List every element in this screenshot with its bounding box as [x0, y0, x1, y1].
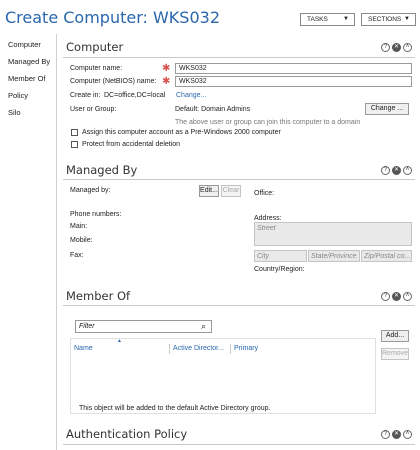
change-location-link[interactable]: Change... — [176, 92, 206, 99]
clear-managed-by-button[interactable]: Clear — [221, 185, 241, 197]
sidebar-item-policy[interactable]: Policy — [8, 91, 28, 100]
computer-section-title: Computer — [66, 40, 124, 54]
pre2000-checkbox[interactable] — [71, 129, 78, 136]
member-filter-input[interactable]: Filter — [75, 320, 212, 333]
user-group-value: Default: Domain Admins — [175, 106, 251, 113]
header: Create Computer: WKS032 TASKS ▼ SECTIONS… — [0, 0, 420, 34]
column-separator — [169, 344, 170, 354]
required-icon: ✱ — [162, 63, 171, 74]
tasks-dropdown-arrow-icon: ▼ — [343, 16, 349, 22]
state-field[interactable]: State/Province — [308, 250, 360, 262]
add-member-button[interactable]: Add... — [381, 330, 409, 342]
managed-by-label: Managed by: — [70, 187, 111, 194]
create-in-label: Create in: — [70, 92, 101, 99]
computer-section-controls: ? ✕ ˄ — [381, 43, 412, 52]
user-group-label: User or Group: — [70, 106, 117, 113]
sidebar-item-silo[interactable]: Silo — [8, 108, 21, 117]
fax-label: Fax: — [70, 252, 84, 259]
change-user-group-button[interactable]: Change ... — [365, 103, 409, 115]
computer-section-divider — [63, 57, 415, 58]
street-field[interactable]: Street — [254, 222, 412, 246]
sections-dropdown-arrow-icon: ▼ — [404, 16, 410, 22]
page-title: Create Computer: WKS032 — [5, 8, 220, 27]
sidebar-item-member-of[interactable]: Member Of — [8, 74, 46, 83]
tasks-dropdown[interactable]: TASKS ▼ — [300, 13, 355, 26]
auth-policy-section-divider — [63, 444, 415, 445]
user-group-note: The above user or group can join this co… — [175, 119, 361, 126]
collapse-icon[interactable]: ˄ — [403, 430, 412, 439]
help-icon[interactable]: ? — [381, 43, 390, 52]
phone-numbers-label: Phone numbers: — [70, 211, 122, 218]
zip-field[interactable]: Zip/Postal co... — [361, 250, 412, 262]
member-of-note: This object will be added to the default… — [79, 405, 271, 412]
column-header-name[interactable]: Name — [74, 345, 93, 352]
edit-managed-by-button[interactable]: Edit... — [199, 185, 219, 197]
city-field[interactable]: City — [254, 250, 307, 262]
managed-by-section-divider — [63, 179, 415, 180]
collapse-icon[interactable]: ˄ — [403, 166, 412, 175]
sidebar-item-managed-by[interactable]: Managed By — [8, 57, 50, 66]
sidebar-item-computer[interactable]: Computer — [8, 40, 41, 49]
pre2000-label: Assign this computer account as a Pre-Wi… — [82, 129, 281, 136]
help-icon[interactable]: ? — [381, 430, 390, 439]
sidebar: Computer Managed By Member Of Policy Sil… — [0, 34, 57, 450]
collapse-icon[interactable]: ˄ — [403, 292, 412, 301]
sections-dropdown[interactable]: SECTIONS ▼ — [361, 13, 416, 26]
auth-policy-section-title: Authentication Policy — [66, 427, 188, 441]
create-in-value: DC=office,DC=local — [104, 92, 166, 99]
help-icon[interactable]: ? — [381, 166, 390, 175]
close-icon[interactable]: ✕ — [392, 430, 401, 439]
netbios-name-input[interactable]: WKS032 — [175, 76, 412, 87]
member-of-section-title: Member Of — [66, 289, 131, 303]
required-icon: ✱ — [162, 76, 171, 87]
column-header-primary[interactable]: Primary — [234, 345, 258, 352]
help-icon[interactable]: ? — [381, 292, 390, 301]
column-separator — [230, 344, 231, 354]
office-label: Office: — [254, 190, 275, 197]
computer-name-label: Computer name: — [70, 65, 123, 72]
protect-deletion-label: Protect from accidental deletion — [82, 141, 181, 148]
address-label: Address: — [254, 215, 282, 222]
managed-by-section-controls: ? ✕ ˄ — [381, 166, 412, 175]
protect-deletion-checkbox[interactable] — [71, 141, 78, 148]
country-region-label: Country/Region: — [254, 266, 305, 273]
close-icon[interactable]: ✕ — [392, 166, 401, 175]
sort-indicator-icon: ▲ — [117, 338, 122, 344]
auth-policy-section-controls: ? ✕ ˄ — [381, 430, 412, 439]
column-header-active-directory[interactable]: Active Director... — [173, 345, 224, 352]
member-of-section-divider — [63, 305, 415, 306]
computer-name-input[interactable]: WKS032 — [175, 63, 412, 74]
create-computer-page: Create Computer: WKS032 TASKS ▼ SECTIONS… — [0, 0, 420, 450]
netbios-name-label: Computer (NetBIOS) name: — [70, 78, 157, 85]
remove-member-button[interactable]: Remove — [381, 348, 409, 360]
tasks-label: TASKS — [307, 16, 328, 23]
main-phone-label: Main: — [70, 223, 88, 230]
close-icon[interactable]: ✕ — [392, 292, 401, 301]
managed-by-section-title: Managed By — [66, 163, 138, 177]
mobile-phone-label: Mobile: — [70, 237, 93, 244]
member-of-section-controls: ? ✕ ˄ — [381, 292, 412, 301]
sections-label: SECTIONS — [368, 16, 402, 23]
search-icon[interactable]: ⌕ — [201, 321, 206, 332]
collapse-icon[interactable]: ˄ — [403, 43, 412, 52]
close-icon[interactable]: ✕ — [392, 43, 401, 52]
